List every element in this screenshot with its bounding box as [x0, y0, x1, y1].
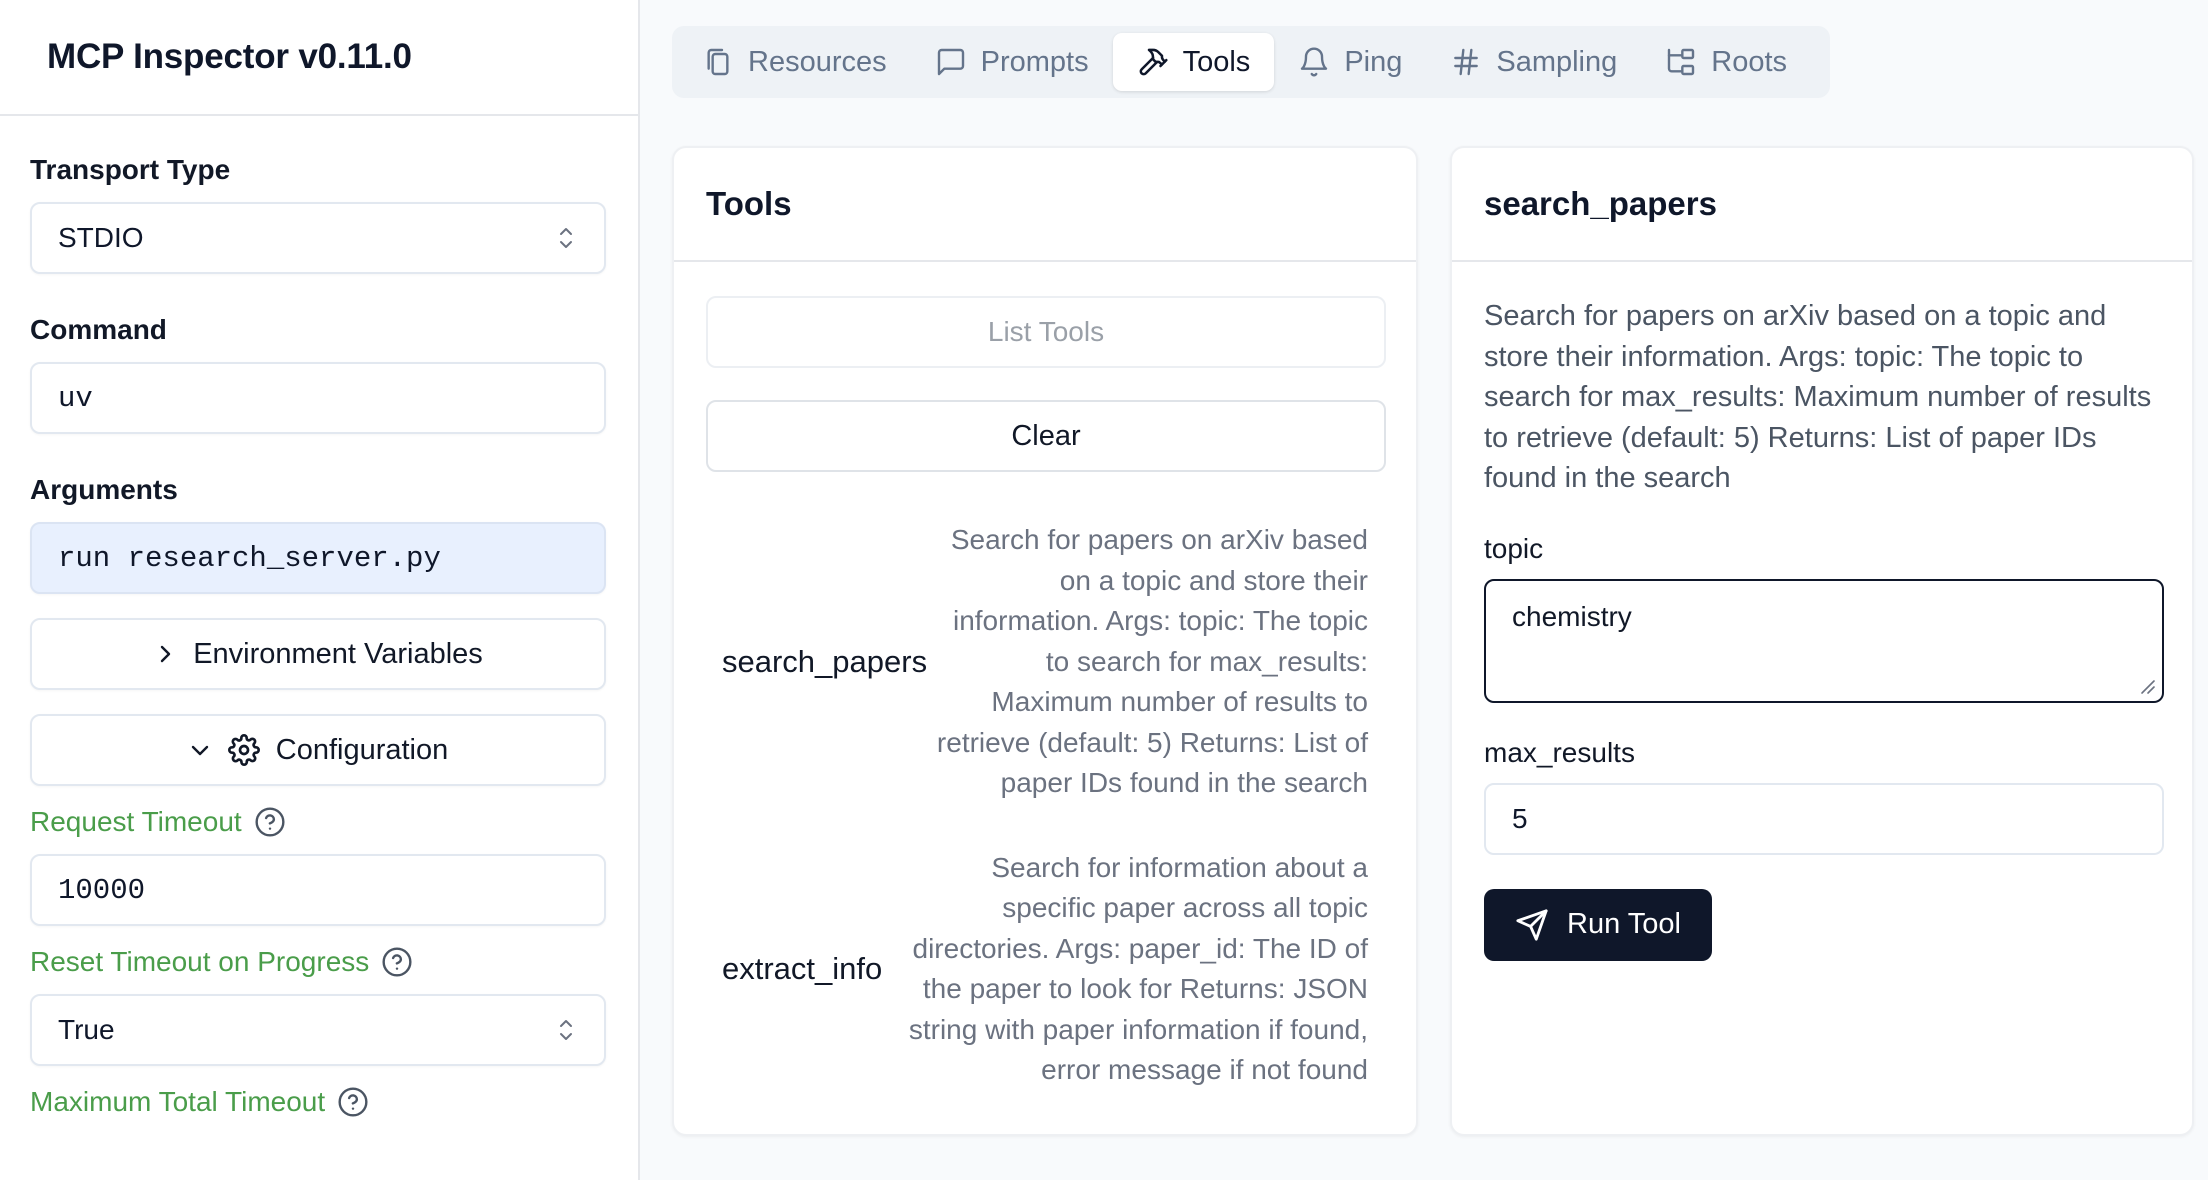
transport-type-select[interactable]: STDIO — [30, 202, 606, 274]
tools-panel-content: List Tools Clear search_papers Search fo… — [674, 262, 1416, 1091]
files-icon — [707, 48, 729, 76]
gear-icon — [227, 734, 260, 766]
request-timeout-value: 10000 — [58, 873, 146, 907]
environment-variables-button[interactable]: Environment Variables — [30, 618, 606, 690]
command-value: uv — [58, 381, 93, 415]
sidebar-body: Transport Type STDIO Command uv Argument… — [0, 116, 638, 1118]
environment-variables-label: Environment Variables — [193, 637, 483, 670]
arguments-value: run research_server.py — [58, 541, 441, 575]
max-timeout-label: Maximum Total Timeout — [30, 1086, 326, 1117]
tab-tools[interactable]: Tools — [1112, 33, 1275, 91]
max-timeout-label-row: Maximum Total Timeout — [30, 1086, 608, 1118]
tab-label: Roots — [1711, 45, 1788, 78]
max-results-label: max_results — [1484, 736, 1635, 768]
arguments-label: Arguments — [30, 474, 178, 505]
resize-handle-icon[interactable] — [2138, 677, 2156, 695]
clear-button[interactable]: Clear — [706, 400, 1386, 472]
chevrons-up-down-icon — [560, 228, 572, 248]
transport-type-label: Transport Type — [30, 154, 231, 185]
chevron-down-icon — [191, 745, 208, 756]
request-timeout-input[interactable]: 10000 — [30, 854, 606, 926]
tool-detail-panel: search_papers Search for papers on arXiv… — [1450, 146, 2194, 1136]
transport-type-value: STDIO — [58, 222, 144, 253]
tool-name: search_papers — [722, 643, 928, 679]
help-circle-icon[interactable] — [254, 806, 286, 838]
app-title: MCP Inspector v0.11.0 — [47, 37, 412, 76]
tool-detail-title: search_papers — [1452, 148, 2192, 262]
sidebar: MCP Inspector v0.11.0 Transport Type STD… — [0, 0, 640, 1180]
tool-detail-description: Search for papers on arXiv based on a to… — [1484, 300, 2152, 494]
app-root: MCP Inspector v0.11.0 Transport Type STD… — [0, 0, 2208, 1180]
tool-name: extract_info — [722, 951, 883, 986]
tab-label: Tools — [1182, 45, 1251, 78]
tab-roots[interactable]: Roots — [1641, 33, 1811, 91]
tab-prompts[interactable]: Prompts — [911, 33, 1113, 91]
tab-sampling[interactable]: Sampling — [1426, 33, 1641, 91]
tab-label: Resources — [748, 45, 887, 78]
sidebar-header: MCP Inspector v0.11.0 — [0, 0, 638, 116]
request-timeout-label-row: Request Timeout — [30, 806, 608, 838]
arguments-input[interactable]: run research_server.py — [30, 522, 606, 594]
tool-item-extract-info[interactable]: extract_info Search for information abou… — [706, 848, 1384, 1091]
max-results-input[interactable]: 5 — [1484, 782, 2164, 855]
list-tools-button[interactable]: List Tools — [706, 296, 1386, 368]
tools-panel: Tools List Tools Clear search_papers Sea… — [672, 146, 1418, 1136]
tab-label: Prompts — [980, 45, 1089, 78]
message-square-icon — [937, 48, 964, 76]
tools-panel-title: Tools — [674, 148, 1416, 262]
send-icon — [1516, 908, 1548, 941]
command-input[interactable]: uv — [30, 362, 606, 434]
tool-description: Search for papers on arXiv based on a to… — [936, 524, 1368, 798]
tool-detail-content: Search for papers on arXiv based on a to… — [1452, 262, 2192, 961]
chevrons-up-down-icon — [560, 1020, 572, 1040]
tab-label: Sampling — [1496, 45, 1618, 78]
configuration-label: Configuration — [275, 733, 449, 766]
reset-timeout-value: True — [58, 1014, 115, 1045]
chevron-right-icon — [160, 645, 171, 663]
max-results-value: 5 — [1512, 802, 1528, 834]
tool-item-search-papers[interactable]: search_papers Search for papers on arXiv… — [706, 520, 1384, 804]
reset-timeout-label-row: Reset Timeout on Progress — [30, 946, 608, 978]
help-circle-icon[interactable] — [381, 946, 413, 978]
folder-tree-icon — [1668, 48, 1695, 76]
request-timeout-label: Request Timeout — [30, 806, 242, 837]
topic-label: topic — [1484, 532, 1544, 564]
configuration-button[interactable]: Configuration — [30, 714, 606, 786]
reset-timeout-select[interactable]: True — [30, 994, 606, 1066]
topic-textarea[interactable]: chemistry — [1484, 578, 2164, 703]
help-circle-icon[interactable] — [337, 1086, 369, 1118]
command-label: Command — [30, 314, 167, 345]
run-tool-button[interactable]: Run Tool — [1484, 888, 1712, 961]
tool-description: Search for information about a specific … — [908, 851, 1368, 1086]
tab-resources[interactable]: Resources — [678, 33, 911, 91]
topic-value: chemistry — [1512, 600, 1632, 632]
bell-icon — [1301, 47, 1328, 77]
hash-icon — [1454, 48, 1479, 76]
reset-timeout-label: Reset Timeout on Progress — [30, 946, 370, 977]
tab-label: Ping — [1344, 45, 1403, 78]
hammer-icon — [1139, 48, 1168, 76]
main-tabs: Resources Prompts Tools Ping Sampling Ro… — [672, 26, 1830, 98]
tab-ping[interactable]: Ping — [1274, 33, 1426, 91]
run-tool-label: Run Tool — [1567, 908, 1681, 940]
